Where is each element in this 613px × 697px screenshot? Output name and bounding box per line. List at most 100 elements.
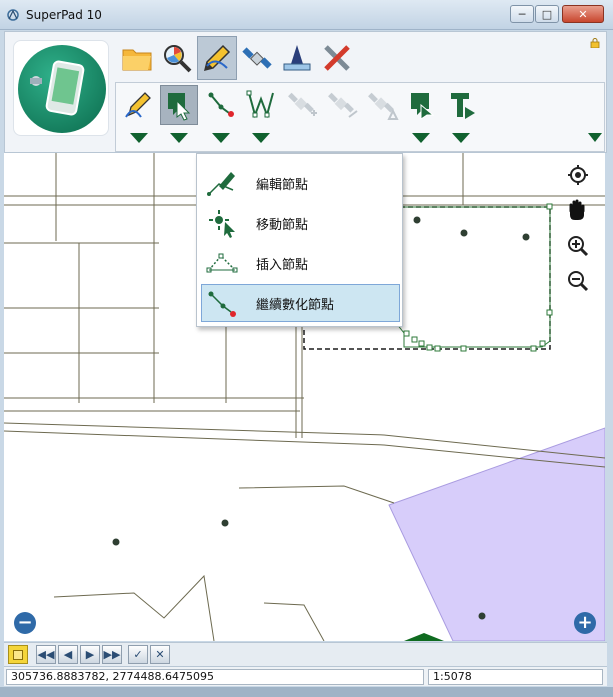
superpad-window: SuperPad 10 ─ □ ✕ − + 編輯節點 移動節點 插入節點 繼續數…: [0, 0, 613, 697]
cancel-icon: ✕: [155, 648, 165, 661]
next-extent-button[interactable]: ▶: [80, 645, 100, 664]
logo-emblem: [18, 45, 106, 133]
first-extent-button[interactable]: ◀◀: [36, 645, 56, 664]
minimize-button[interactable]: ─: [510, 5, 534, 23]
last-icon: ▶▶: [103, 648, 121, 661]
plus-icon: +: [577, 612, 593, 633]
menu-item-move-node[interactable]: 移動節點: [201, 204, 400, 242]
previous-icon: ◀: [63, 648, 73, 661]
check-icon: ✓: [133, 648, 143, 661]
attribute-select-icon: [411, 93, 435, 120]
measure-ruler-icon: [283, 45, 311, 71]
text-label-icon: [451, 93, 475, 119]
previous-extent-button[interactable]: ◀: [58, 645, 78, 664]
edit-node-icon: [207, 172, 235, 196]
gps-add-point-button[interactable]: [284, 85, 322, 125]
locate-button[interactable]: [567, 164, 593, 190]
identify-search-icon: [164, 45, 192, 73]
navigation-bar: ◀◀ ◀ ▶ ▶▶ ✓ ✕: [4, 642, 607, 666]
next-icon: ▶: [85, 648, 95, 661]
edit-toolbar: [115, 82, 605, 152]
edit-feature-icon: [125, 92, 151, 118]
select-feature-icon: [168, 93, 191, 121]
tools-wrench-icon: [324, 45, 350, 71]
zoom-in-button[interactable]: +: [574, 612, 596, 634]
taskbar-strip: [0, 687, 613, 697]
menu-item-label: 編輯節點: [256, 177, 309, 193]
gps-add-point-icon: [288, 92, 317, 116]
close-icon: ✕: [578, 7, 588, 21]
menu-item-label: 移動節點: [256, 217, 309, 233]
pan-button[interactable]: [567, 199, 593, 225]
menu-item-continue-digitize[interactable]: 繼續數化節點: [201, 284, 400, 322]
open-folder-icon: [122, 49, 152, 71]
zoom-out-button[interactable]: −: [14, 612, 36, 634]
gps-add-polygon-icon: [368, 92, 399, 120]
measure-button[interactable]: [277, 36, 317, 80]
zoom-in-tool-button[interactable]: [567, 235, 593, 261]
confirm-button[interactable]: ✓: [128, 645, 148, 664]
select-feature-dropdown-arrow[interactable]: [170, 133, 188, 143]
identify-button[interactable]: [157, 36, 197, 80]
open-button[interactable]: [117, 36, 157, 80]
toolbar-area: [4, 31, 607, 153]
gps-add-line-button[interactable]: [324, 85, 362, 125]
scale-readout: 1:5078: [428, 669, 603, 685]
edit-button[interactable]: [197, 36, 237, 80]
app-icon: [7, 9, 19, 21]
menu-item-edit-node[interactable]: 編輯節點: [201, 164, 400, 202]
title-bar[interactable]: SuperPad 10 ─ □ ✕: [0, 0, 613, 30]
main-toolbar: [117, 36, 357, 80]
vertex-edit-icon: [246, 90, 274, 119]
node-edit-dropdown-arrow[interactable]: [212, 133, 230, 143]
window-title: SuperPad 10: [26, 8, 102, 22]
node-edit-button[interactable]: [202, 85, 240, 125]
status-bar: 305736.8883782, 2774488.6475095 1:5078: [4, 666, 607, 686]
node-edit-menu: 編輯節點 移動節點 插入節點 繼續數化節點: [196, 153, 403, 327]
cancel-button[interactable]: ✕: [150, 645, 170, 664]
node-edit-icon: [208, 92, 234, 117]
continue-digitize-icon: [208, 291, 236, 317]
attribute-dropdown-arrow[interactable]: [412, 133, 430, 143]
maximize-icon: □: [541, 7, 553, 21]
minus-icon: −: [17, 612, 33, 633]
first-icon: ◀◀: [37, 648, 55, 661]
crosshair-icon: [568, 165, 588, 185]
menu-item-insert-node[interactable]: 插入節點: [201, 244, 400, 282]
vertex-edit-button[interactable]: [242, 85, 280, 125]
layer-button[interactable]: [8, 645, 28, 664]
gps-satellite-icon: [242, 47, 272, 69]
gps-add-line-icon: [328, 92, 358, 118]
vertex-handles: [403, 203, 553, 352]
edit-feature-button[interactable]: [120, 85, 158, 125]
move-node-icon: [209, 210, 235, 238]
tools-button[interactable]: [317, 36, 357, 80]
vertex-edit-dropdown-arrow[interactable]: [252, 133, 270, 143]
pan-hand-icon: [569, 199, 585, 220]
device-icon: [30, 60, 85, 116]
zoom-out-tool-button[interactable]: [567, 270, 593, 296]
menu-item-label: 繼續數化節點: [256, 297, 335, 313]
gps-button[interactable]: [237, 36, 277, 80]
edit-pencil-icon: [203, 44, 231, 72]
lock-icon[interactable]: [590, 38, 600, 48]
zoom-in-icon: [568, 236, 589, 257]
close-button[interactable]: ✕: [562, 5, 604, 23]
app-logo: [13, 40, 109, 136]
maximize-button[interactable]: □: [535, 5, 559, 23]
coordinate-readout: 305736.8883782, 2774488.6475095: [6, 669, 424, 685]
layer-icon: [13, 649, 23, 660]
minimize-icon: ─: [518, 7, 526, 21]
insert-node-icon: [206, 253, 238, 273]
last-extent-button[interactable]: ▶▶: [102, 645, 122, 664]
polygon-region: [388, 427, 605, 641]
text-label-button[interactable]: [444, 85, 482, 125]
menu-item-label: 插入節點: [256, 257, 309, 273]
gps-add-polygon-button[interactable]: [364, 85, 402, 125]
text-dropdown-arrow[interactable]: [452, 133, 470, 143]
green-feature: [404, 633, 444, 641]
attribute-select-button[interactable]: [404, 85, 442, 125]
edit-feature-dropdown-arrow[interactable]: [130, 133, 148, 143]
toolbar-overflow-arrow[interactable]: [588, 133, 602, 142]
select-feature-button[interactable]: [160, 85, 198, 125]
